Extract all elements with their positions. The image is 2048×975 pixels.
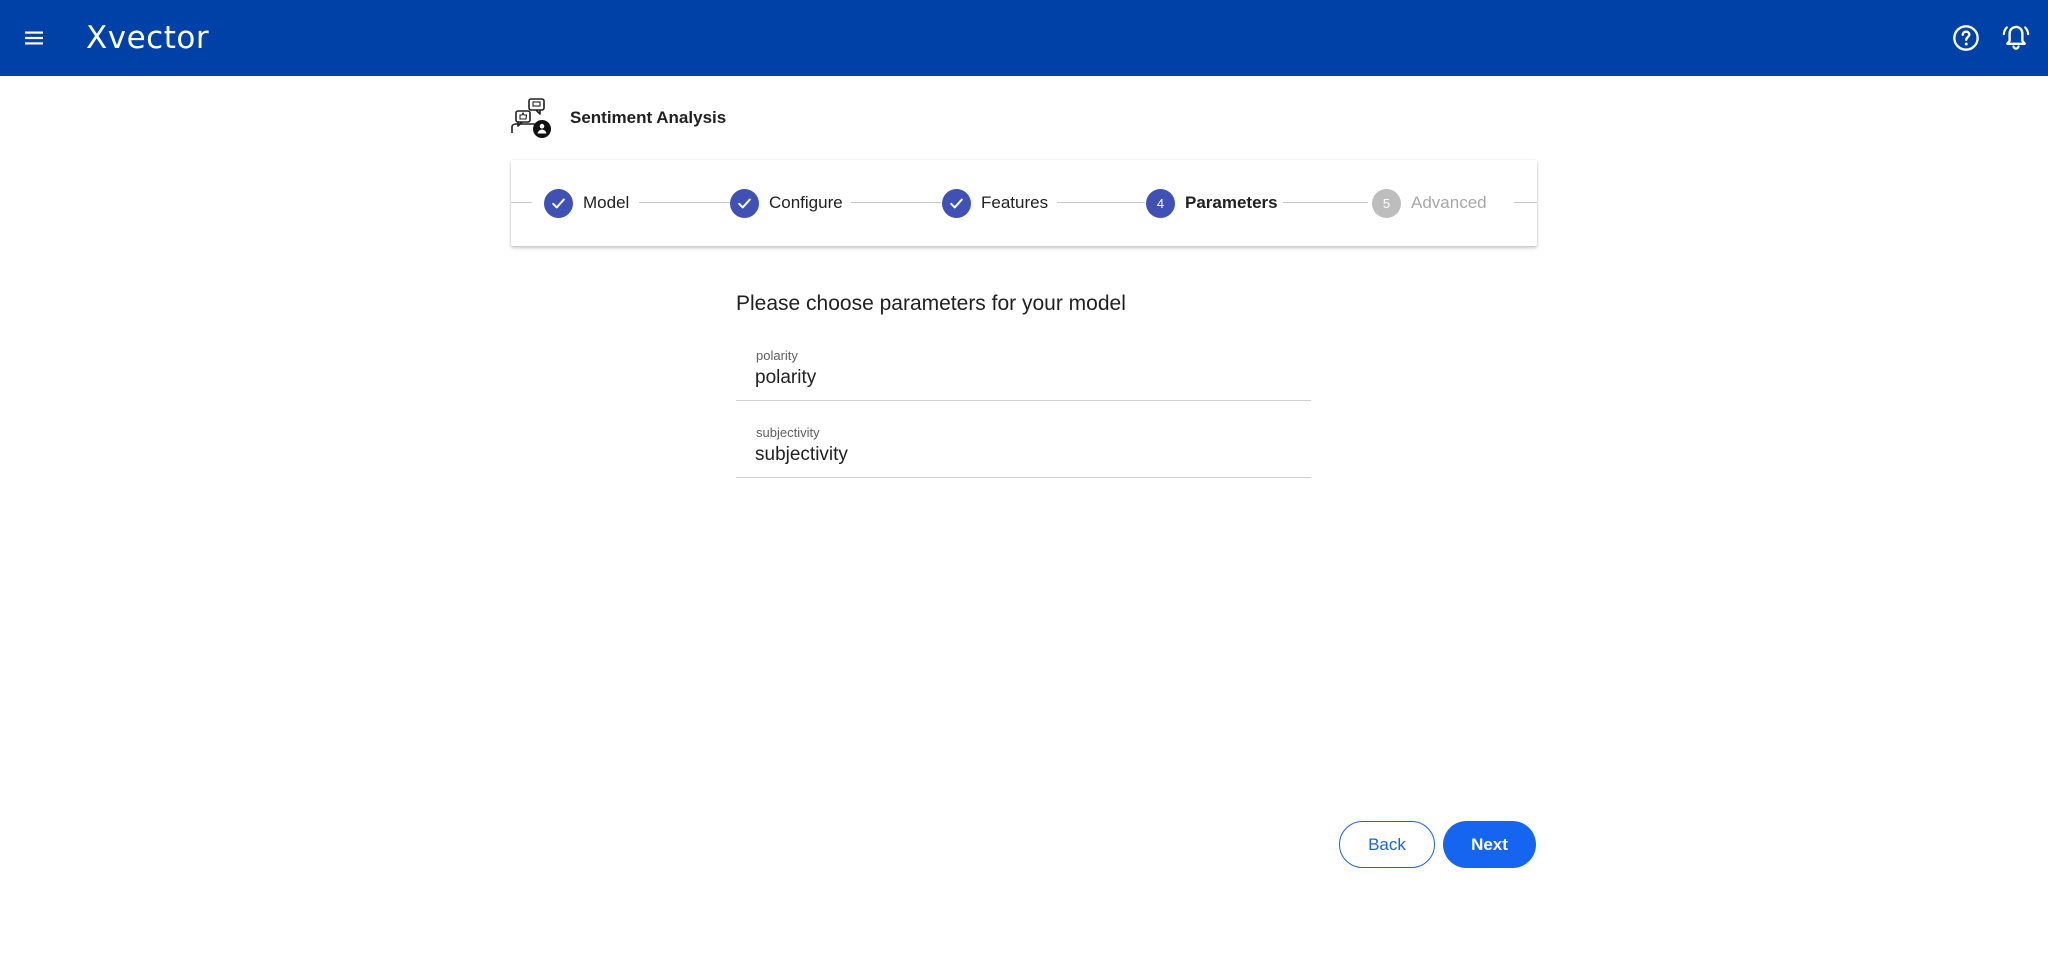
step-connector (639, 202, 735, 203)
step-label: Configure (769, 193, 843, 212)
step-label: Parameters (1185, 193, 1278, 212)
subjectivity-input[interactable] (755, 444, 1295, 466)
hamburger-menu-icon (25, 31, 43, 45)
sentiment-model-icon (511, 98, 551, 138)
step-connector (851, 202, 941, 203)
app-logo[interactable]: Xvector (86, 16, 209, 60)
polarity-field[interactable]: polarity (736, 335, 1311, 401)
top-app-bar: Xvector (0, 0, 2048, 76)
step-configure[interactable]: Configure (730, 188, 843, 218)
form-title: Please choose parameters for your model (736, 292, 1126, 315)
step-completed-badge (544, 188, 573, 218)
menu-button[interactable] (18, 22, 50, 54)
step-completed-badge (942, 188, 971, 218)
topbar-actions (1948, 20, 2034, 56)
notifications-button[interactable] (1998, 20, 2034, 56)
check-icon (738, 198, 751, 208)
step-label: Advanced (1411, 193, 1487, 212)
subjectivity-field[interactable]: subjectivity (736, 412, 1311, 478)
check-icon (950, 198, 963, 208)
step-advanced[interactable]: 5 Advanced (1372, 188, 1487, 218)
step-completed-badge (730, 188, 759, 218)
stepper: Model Configure Features 4 Parameters 5 … (511, 160, 1537, 246)
step-number-badge: 4 (1146, 188, 1175, 218)
step-connector (1514, 202, 1537, 203)
step-label: Features (981, 193, 1049, 212)
step-connector (1057, 202, 1145, 203)
field-label: subjectivity (756, 425, 820, 440)
step-model[interactable]: Model (544, 188, 629, 218)
model-title: Sentiment Analysis (570, 108, 727, 127)
check-icon (552, 198, 565, 208)
step-connector (511, 202, 532, 203)
bell-alert-icon (2002, 25, 2030, 50)
next-button[interactable]: Next (1443, 821, 1536, 868)
step-label: Model (583, 193, 630, 212)
step-number-badge: 5 (1372, 188, 1401, 218)
polarity-input[interactable] (755, 367, 1295, 389)
model-header: Sentiment Analysis (510, 96, 726, 140)
help-button[interactable] (1948, 20, 1984, 56)
back-button[interactable]: Back (1339, 821, 1435, 868)
field-label: polarity (756, 348, 798, 363)
step-features[interactable]: Features (942, 188, 1048, 218)
step-connector (1283, 202, 1368, 203)
step-parameters[interactable]: 4 Parameters (1146, 188, 1278, 218)
help-circle-icon (1953, 25, 1979, 51)
